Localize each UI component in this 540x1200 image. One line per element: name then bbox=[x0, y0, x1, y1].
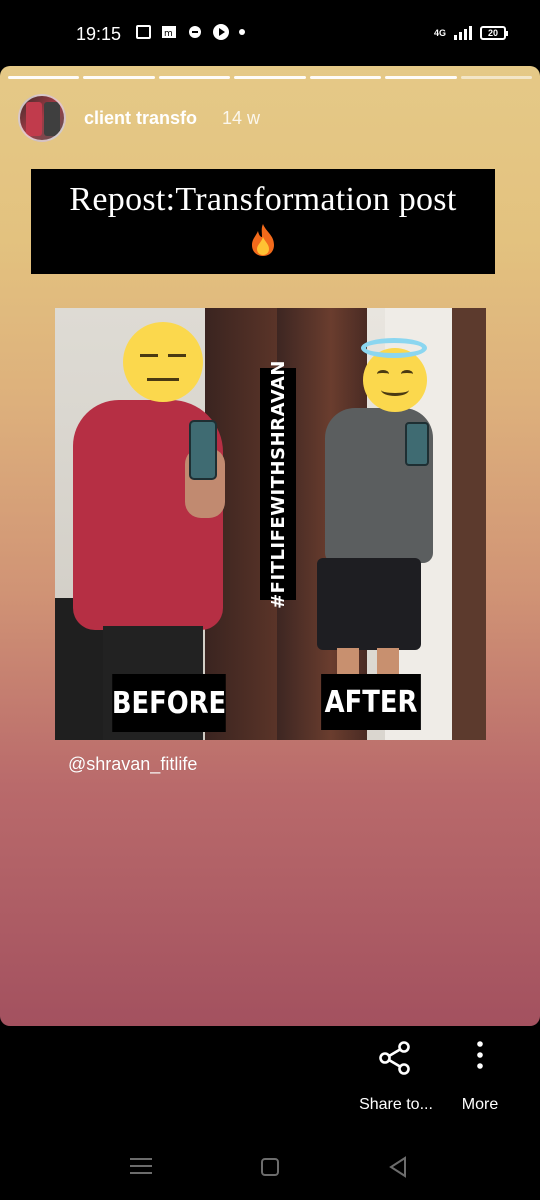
after-label: AFTER bbox=[321, 674, 421, 730]
halo-icon bbox=[361, 338, 427, 358]
more-vertical-icon bbox=[477, 1041, 483, 1069]
story-progress-segment bbox=[234, 76, 306, 79]
story-progress-bar bbox=[8, 76, 532, 79]
transformation-photo[interactable]: #FITLIFEWITHSHRAVAN BEFORE AFTER bbox=[55, 308, 486, 740]
notification-icons: m bbox=[135, 24, 245, 40]
svg-text:m: m bbox=[164, 29, 173, 39]
more-label: More bbox=[461, 1096, 499, 1113]
sync-icon bbox=[187, 24, 203, 40]
back-icon[interactable] bbox=[388, 1156, 408, 1178]
app-icon: m bbox=[161, 24, 177, 40]
network-type: 4G bbox=[433, 27, 446, 38]
status-bar: 19:15 m 4G 20 bbox=[0, 0, 540, 66]
battery-icon: 20 bbox=[480, 26, 508, 40]
before-label: BEFORE bbox=[112, 674, 226, 732]
expressionless-face-emoji-icon bbox=[123, 322, 203, 402]
story-timestamp: 14 w bbox=[222, 108, 261, 128]
story-progress-segment bbox=[83, 76, 155, 79]
more-button[interactable]: More bbox=[452, 1034, 508, 1114]
hashtag-label: #FITLIFEWITHSHRAVAN bbox=[267, 359, 289, 609]
home-icon[interactable] bbox=[261, 1158, 279, 1176]
phone-icon bbox=[405, 422, 429, 466]
system-navigation-bar bbox=[0, 1136, 540, 1200]
phone-icon bbox=[189, 420, 217, 480]
caption-text: Repost:Transformation post bbox=[69, 181, 457, 218]
status-time: 19:15 bbox=[76, 24, 122, 44]
avatar[interactable] bbox=[18, 94, 66, 142]
share-button[interactable]: Share to... bbox=[350, 1034, 442, 1114]
signal-icon bbox=[454, 26, 472, 40]
system-icons: 4G 20 bbox=[433, 26, 508, 40]
story-progress-segment bbox=[8, 76, 80, 79]
story-progress-segment bbox=[309, 76, 382, 79]
mention-sticker[interactable]: @shravan_fitlife bbox=[68, 754, 197, 775]
play-icon bbox=[213, 24, 229, 40]
share-label: Share to... bbox=[359, 1096, 433, 1113]
fire-icon bbox=[252, 224, 274, 256]
story-username[interactable]: client transfo bbox=[84, 108, 197, 129]
recents-menu-icon[interactable] bbox=[130, 1158, 152, 1176]
more-notifications-icon bbox=[239, 29, 245, 35]
battery-level: 20 bbox=[487, 28, 498, 38]
story-viewer[interactable]: client transfo 14 w Repost:Transformatio… bbox=[0, 66, 540, 1026]
story-progress-segment bbox=[385, 76, 457, 79]
story-progress-segment bbox=[158, 76, 231, 79]
news-icon bbox=[135, 24, 151, 40]
share-icon bbox=[379, 1041, 410, 1075]
story-progress-segment bbox=[460, 76, 532, 79]
caption-box: Repost:Transformation post bbox=[31, 169, 495, 274]
story-actions: Share to... More bbox=[0, 1026, 540, 1136]
